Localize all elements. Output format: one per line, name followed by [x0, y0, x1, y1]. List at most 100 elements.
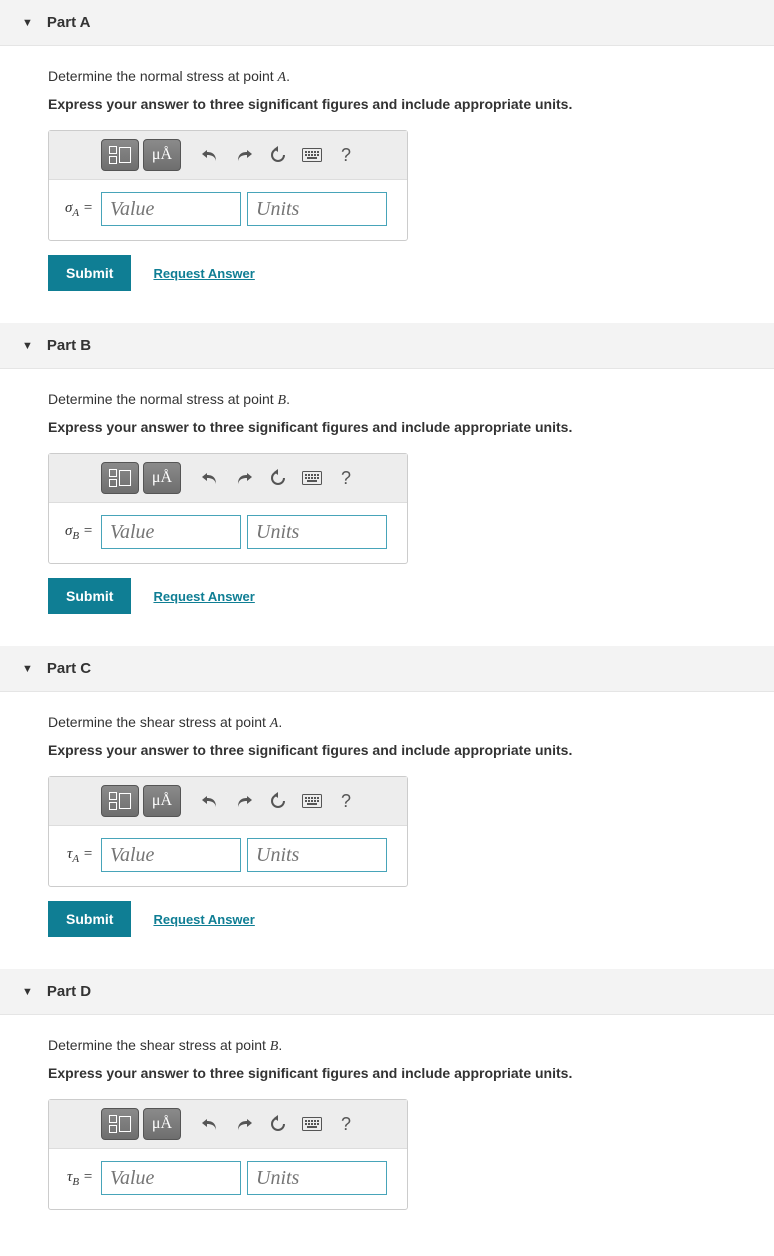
- part-header[interactable]: ▼Part A: [0, 0, 774, 46]
- template-button[interactable]: [101, 462, 139, 494]
- variable-label: τB =: [59, 1169, 93, 1188]
- units-picker-button[interactable]: μÅ: [143, 139, 181, 171]
- redo-icon: [235, 147, 253, 163]
- keyboard-button[interactable]: [297, 786, 327, 816]
- units-picker-button[interactable]: μÅ: [143, 785, 181, 817]
- units-input[interactable]: [247, 1161, 387, 1195]
- question-prompt: Determine the shear stress at point A.: [48, 714, 764, 732]
- reset-icon: [269, 792, 287, 810]
- request-answer-link[interactable]: Request Answer: [153, 266, 254, 281]
- part-title: Part D: [47, 983, 91, 1000]
- help-button[interactable]: ?: [331, 463, 361, 493]
- part-body: Determine the normal stress at point B. E…: [0, 369, 774, 646]
- redo-button[interactable]: [229, 1109, 259, 1139]
- reset-button[interactable]: [263, 140, 293, 170]
- undo-button[interactable]: [195, 140, 225, 170]
- help-button[interactable]: ?: [331, 140, 361, 170]
- keyboard-icon: [302, 1117, 322, 1131]
- template-icon: [109, 146, 131, 164]
- reset-button[interactable]: [263, 463, 293, 493]
- reset-icon: [269, 1115, 287, 1133]
- variable-subscript: A: [72, 207, 79, 219]
- prompt-text: Determine the normal stress at point: [48, 391, 278, 407]
- redo-icon: [235, 793, 253, 809]
- part-header[interactable]: ▼ Part D: [0, 969, 774, 1015]
- redo-button[interactable]: [229, 463, 259, 493]
- prompt-point: A: [278, 70, 287, 85]
- undo-button[interactable]: [195, 786, 225, 816]
- part-body: Determine the normal stress at point A. E…: [0, 46, 774, 323]
- prompt-period: .: [278, 714, 282, 730]
- part-body: Determine the shear stress at point B. Ex…: [0, 1015, 774, 1256]
- units-input[interactable]: [247, 192, 387, 226]
- actions-row: Submit Request Answer: [48, 901, 764, 937]
- undo-button[interactable]: [195, 463, 225, 493]
- actions-row: Submit Request Answer: [48, 255, 764, 291]
- units-picker-button[interactable]: μÅ: [143, 462, 181, 494]
- part-body: Determine the shear stress at point A.Ex…: [0, 692, 774, 969]
- collapse-caret-icon: ▼: [22, 986, 33, 998]
- undo-icon: [201, 470, 219, 486]
- redo-icon: [235, 1116, 253, 1132]
- question-prompt: Determine the normal stress at point B.: [48, 391, 764, 409]
- undo-icon: [201, 147, 219, 163]
- reset-button[interactable]: [263, 1109, 293, 1139]
- prompt-point: B: [278, 393, 287, 408]
- part-header[interactable]: ▼ Part C: [0, 646, 774, 692]
- part-title: Part A: [47, 14, 91, 31]
- answer-box: μÅ?σB =: [48, 453, 408, 564]
- help-button[interactable]: ?: [331, 786, 361, 816]
- instruction-text: Express your answer to three significant…: [48, 1065, 764, 1081]
- collapse-caret-icon: ▼: [22, 663, 33, 675]
- part-section: ▼Part ADetermine the normal stress at po…: [0, 0, 774, 323]
- units-input[interactable]: [247, 515, 387, 549]
- question-prompt: Determine the normal stress at point A.: [48, 68, 764, 86]
- instruction-text: Express your answer to three significant…: [48, 96, 764, 112]
- submit-button[interactable]: Submit: [48, 901, 131, 937]
- value-input[interactable]: [101, 192, 241, 226]
- submit-button[interactable]: Submit: [48, 578, 131, 614]
- answer-toolbar: μÅ?: [49, 454, 407, 503]
- keyboard-button[interactable]: [297, 1109, 327, 1139]
- question-prompt: Determine the shear stress at point B.: [48, 1037, 764, 1055]
- input-row: τA =: [49, 826, 407, 886]
- prompt-period: .: [286, 391, 290, 407]
- request-answer-link[interactable]: Request Answer: [153, 589, 254, 604]
- part-title: Part C: [47, 660, 91, 677]
- variable-subscript: A: [72, 853, 79, 865]
- units-input[interactable]: [247, 838, 387, 872]
- variable-label: σA =: [59, 200, 93, 219]
- instruction-text: Express your answer to three significant…: [48, 419, 764, 435]
- reset-icon: [269, 469, 287, 487]
- undo-button[interactable]: [195, 1109, 225, 1139]
- request-answer-link[interactable]: Request Answer: [153, 912, 254, 927]
- value-input[interactable]: [101, 1161, 241, 1195]
- collapse-caret-icon: ▼: [22, 340, 33, 352]
- part-header[interactable]: ▼ Part B: [0, 323, 774, 369]
- value-input[interactable]: [101, 838, 241, 872]
- submit-button[interactable]: Submit: [48, 255, 131, 291]
- answer-toolbar: μÅ?: [49, 1100, 407, 1149]
- answer-box: μÅ? τB =: [48, 1099, 408, 1210]
- variable-subscript: B: [72, 1176, 79, 1188]
- answer-box: μÅ? σA =: [48, 130, 408, 241]
- keyboard-button[interactable]: [297, 140, 327, 170]
- template-button[interactable]: [101, 1108, 139, 1140]
- redo-icon: [235, 470, 253, 486]
- template-icon: [109, 792, 131, 810]
- part-section: ▼ Part C Determine the shear stress at poi…: [0, 646, 774, 969]
- prompt-text: Determine the shear stress at point: [48, 1037, 270, 1053]
- help-button[interactable]: ?: [331, 1109, 361, 1139]
- value-input[interactable]: [101, 515, 241, 549]
- part-title: Part B: [47, 337, 91, 354]
- redo-button[interactable]: [229, 140, 259, 170]
- redo-button[interactable]: [229, 786, 259, 816]
- template-icon: [109, 1115, 131, 1133]
- reset-button[interactable]: [263, 786, 293, 816]
- units-picker-button[interactable]: μÅ: [143, 1108, 181, 1140]
- part-section: ▼ Part B Determine the normal stress at po…: [0, 323, 774, 646]
- template-button[interactable]: [101, 785, 139, 817]
- undo-icon: [201, 793, 219, 809]
- template-button[interactable]: [101, 139, 139, 171]
- keyboard-button[interactable]: [297, 463, 327, 493]
